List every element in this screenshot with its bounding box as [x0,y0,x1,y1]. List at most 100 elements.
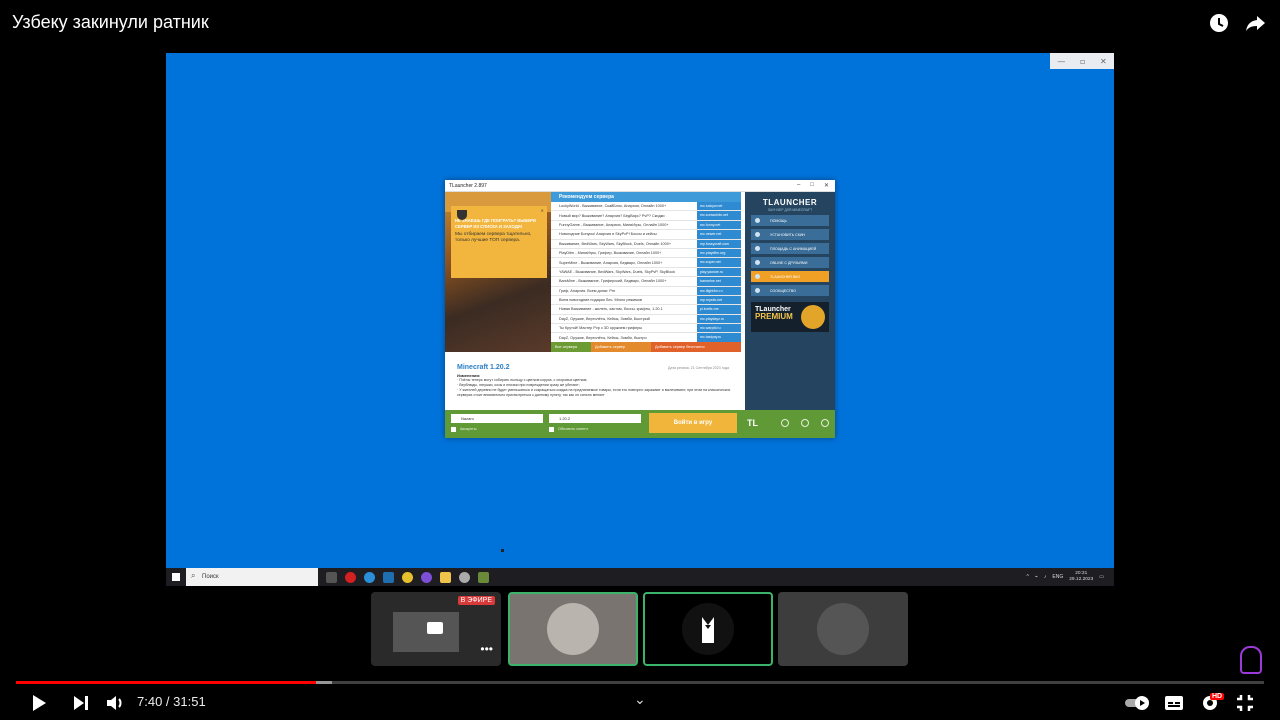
side-button-skin[interactable]: УСТАНОВИТЬ СКИН [751,229,829,240]
lang-indicator[interactable]: ENG [1052,574,1063,580]
participant-tile-screen[interactable]: В ЭФИРЕ ••• [371,592,501,666]
server-ip[interactable]: mc.tastpay.ru [697,333,741,342]
server-row[interactable]: Новогодние Бонусы! Анархия и SkyPvP! Бос… [551,230,741,240]
tab-add-server-free[interactable]: Добавить сервер бесплатно [651,342,741,352]
notifications-icon[interactable]: ▭ [1099,574,1104,580]
server-row[interactable]: Новая Выживание - жилеть, кастом, боссы,… [551,305,741,315]
launcher-minimize-icon[interactable]: – [797,182,800,189]
server-row[interactable]: FunnyGame - Выживание, Анархия, МиниИгры… [551,220,741,231]
participant-tile-suit[interactable] [643,592,773,666]
subtitles-icon[interactable] [1164,694,1184,712]
mail-icon[interactable] [383,571,394,583]
explorer-icon[interactable] [440,571,451,583]
settings-gear-icon[interactable] [821,419,829,427]
accounts-checkbox[interactable]: Аккаунты [451,427,476,432]
side-button-animation[interactable]: ПЛОЩАДЬ С АНИМАЦИЕЙ [751,243,829,254]
server-row[interactable]: DayZ, Оружие, Вертолёты, Кейсы, Зомби, Б… [551,314,741,325]
server-row[interactable]: SuperMine - Выживание, Анархия, Бедварс,… [551,258,741,268]
brand-logo: TLAUNCHER [762,198,818,207]
opera-icon[interactable] [345,571,356,583]
chevron-down-icon[interactable]: ⌄ [634,692,646,708]
server-ip[interactable]: mc.playdayz.ru [697,314,741,324]
windows-taskbar: Поиск ^ ⌁ ♪ ENG 20:31 29.12.2023 [166,568,1114,586]
tip-close-icon[interactable]: ✕ [540,208,544,214]
video-player[interactable]: Узбеку закинули ратник — ▫ ✕ TLauncher 2… [0,0,1280,720]
participant-tile-cat[interactable] [508,592,638,666]
side-button-vko[interactable]: TLAUNCHER ВКО [751,271,829,282]
server-ip[interactable]: pl.kraftx.me [697,305,741,314]
server-ip[interactable]: mc.luckyw.net [697,202,741,211]
server-ip[interactable]: mc.playditm.org [697,248,741,258]
more-options-icon[interactable]: ••• [480,642,493,656]
launcher-maximize-icon[interactable]: □ [810,182,814,189]
minecraft-app-icon[interactable] [478,571,489,583]
version-select[interactable]: 1.20.2 [549,414,641,423]
update-checkbox[interactable]: Обновить клиент [549,427,588,432]
tab-all-servers[interactable]: Все сервера [551,342,591,352]
shared-screen: — ▫ ✕ TLauncher 2.897 – □ ✕ ✕ НЕ ЗНАЕШЬ … [166,53,1114,586]
server-name: Новогодние Бонусы! Анархия и SkyPvP! Бос… [559,232,657,237]
speaker-icon[interactable]: ♪ [1044,574,1047,580]
server-ip[interactable]: mc.newer.net [697,230,741,239]
server-ip[interactable]: mp.mystix.net [697,295,741,305]
edge-icon[interactable] [364,571,375,583]
volume-icon[interactable] [106,694,126,712]
tray-arrow-icon[interactable]: ^ [1027,574,1029,580]
server-ip[interactable]: mc.warpbl.ru [697,324,741,333]
tab-add-server[interactable]: Добавить сервер [591,342,651,352]
side-button-help[interactable]: ПОМОЩЬ [751,215,829,226]
server-row[interactable]: BarsMine - Выживание, Гриферский, Бедвар… [551,277,741,287]
server-row[interactable]: YAWAE - Выживание, BedWars, SkyWars, Due… [551,267,741,278]
server-row[interactable]: Ты Крутой! Мастер Pvp с 3D оружием грифе… [551,324,741,334]
task-view-icon[interactable] [326,571,337,583]
play-button[interactable]: Войти в игру [649,413,737,433]
progress-bar[interactable] [16,681,1264,684]
yandex-icon[interactable] [402,571,413,583]
start-button[interactable] [166,568,186,586]
system-tray: ^ ⌁ ♪ ENG 20:31 29.12.2023 ▭ [1027,571,1114,583]
server-ip[interactable]: mc.super.net [697,258,741,267]
share-icon[interactable] [1244,12,1266,34]
autoplay-toggle-icon[interactable] [1124,694,1152,712]
time-total: 31:51 [173,694,206,709]
window-controls[interactable]: — ▫ ✕ [1050,53,1114,69]
participant-tile-dark[interactable] [778,592,908,666]
server-row[interactable]: LuckyWorld - Выживание, СкайБлок, Анархи… [551,202,741,212]
minimize-icon[interactable]: — [1057,57,1065,66]
server-ip[interactable]: mp.fussycraft.com [697,239,741,248]
settings-app-icon[interactable] [459,571,470,583]
account-select[interactable]: Nazaro [451,414,543,423]
server-name: Новый мир? Выживание? Анархия? БедВарс? … [559,213,665,218]
close-icon[interactable]: ✕ [1100,57,1107,66]
server-name: DayZ, Оружие, Вертолёты, Кейсы, Зомби, б… [559,335,647,340]
next-icon[interactable] [72,694,92,712]
refresh-icon[interactable] [781,419,789,427]
avatar [547,603,599,655]
play-icon[interactable] [30,694,50,712]
server-ip[interactable]: mc.sunworlds.net [697,211,741,220]
server-ip[interactable]: barsmine.net [697,277,741,286]
exit-fullscreen-icon[interactable] [1236,694,1256,712]
server-ip[interactable]: mc.funny.net [697,220,741,230]
folder-icon[interactable] [801,419,809,427]
maximize-icon[interactable]: ▫ [1080,57,1085,66]
server-row[interactable]: PlayDitm - МиниИгры, Грифер, Выживание, … [551,248,741,259]
video-title: Узбеку закинули ратник [12,12,209,32]
server-row[interactable]: Гриф, Анархия. Всем донат. Рпг mc.ifight4… [551,286,741,296]
watch-later-icon[interactable] [1208,12,1230,34]
side-button-community[interactable]: СООБЩЕСТВО [751,285,829,296]
taskbar-clock[interactable]: 20:31 29.12.2023 [1069,571,1093,583]
side-button-online[interactable]: ONLINE С ДРУЗЬЯМИ [751,257,829,268]
launcher-sidebar: TLAUNCHER ЛАУНЧЕР ДЛЯ MINECRAFT ПОМОЩЬ У… [745,192,835,410]
discord-icon[interactable] [421,571,432,583]
taskbar-search[interactable]: Поиск [186,568,318,586]
premium-banner[interactable]: TLauncher PREMIUM [751,302,829,332]
server-ip[interactable]: play.yaware.ru [697,267,741,277]
launcher-close-icon[interactable]: ✕ [824,182,829,189]
server-ip[interactable]: mc.ifight4m.ru [697,286,741,295]
news-panel: Minecraft 1.20.2 Дата релиза: 21 Сентябр… [451,360,737,410]
server-row[interactable]: Всем новогодние подарки Лич. Много режим… [551,295,741,306]
server-row[interactable]: Выживание, BedWars, SkyWars, SkyBlock, D… [551,239,741,249]
server-row[interactable]: Новый мир? Выживание? Анархия? БедВарс? … [551,211,741,221]
network-icon[interactable]: ⌁ [1035,574,1038,580]
